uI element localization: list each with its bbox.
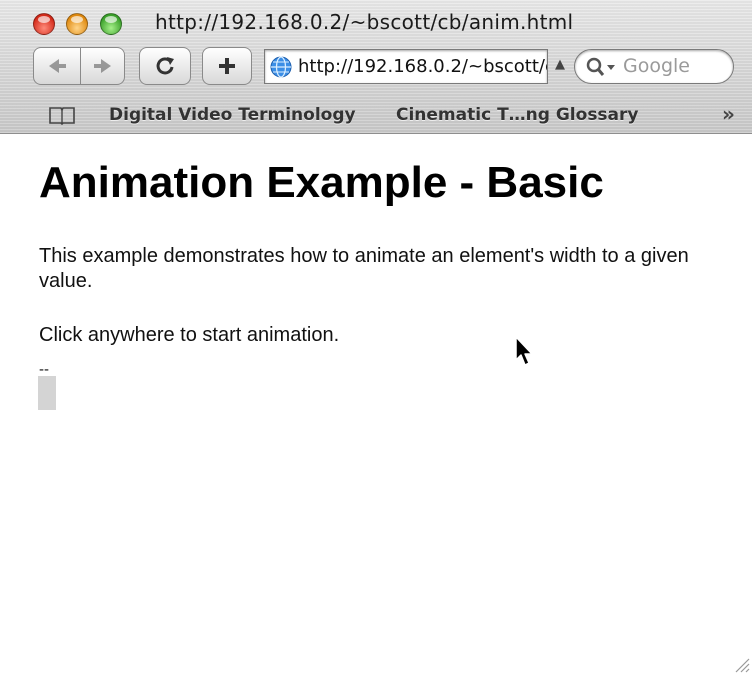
add-bookmark-button[interactable] <box>202 47 252 85</box>
forward-arrow-icon <box>93 59 111 73</box>
bookmark-cinematic-glossary[interactable]: Cinematic T…ng Glossary <box>396 105 639 125</box>
back-button[interactable] <box>33 47 81 85</box>
page-instruction: Click anywhere to start animation. <box>39 324 340 346</box>
bookmarks-bar: Digital Video Terminology Cinematic T…ng… <box>0 99 752 133</box>
address-dropdown-icon[interactable]: ▲ <box>555 57 565 72</box>
forward-button[interactable] <box>80 47 125 85</box>
page-content[interactable]: Animation Example - Basic This example d… <box>0 134 752 677</box>
zoom-window-button[interactable] <box>100 13 122 35</box>
title-bar: http://192.168.0.2/~bscott/cb/anim.html <box>0 0 752 46</box>
close-window-button[interactable] <box>33 13 55 35</box>
plus-icon <box>219 58 235 74</box>
bookmark-digital-video-terminology[interactable]: Digital Video Terminology <box>109 105 356 125</box>
search-placeholder: Google <box>623 55 691 77</box>
page-title: Animation Example - Basic <box>39 158 604 207</box>
search-icon <box>586 57 615 76</box>
search-field[interactable]: Google <box>574 49 734 84</box>
browser-window: http://192.168.0.2/~bscott/cb/anim.html … <box>0 0 752 677</box>
animated-element <box>38 376 56 410</box>
page-description: This example demonstrates how to animate… <box>39 245 689 292</box>
reload-button[interactable] <box>139 47 191 85</box>
reload-icon <box>156 57 174 75</box>
browser-chrome: http://192.168.0.2/~bscott/cb/anim.html … <box>0 0 752 134</box>
address-bar[interactable]: http://192.168.0.2/~bscott/cb/anim.html <box>264 49 548 84</box>
bookmarks-book-icon[interactable] <box>48 105 76 125</box>
globe-icon <box>270 56 292 78</box>
back-arrow-icon <box>49 59 66 73</box>
window-title: http://192.168.0.2/~bscott/cb/anim.html <box>155 10 574 34</box>
mouse-pointer-icon <box>515 336 533 366</box>
minimize-window-button[interactable] <box>66 13 88 35</box>
bookmarks-overflow-icon[interactable]: » <box>722 102 735 126</box>
resize-grip-icon[interactable] <box>732 655 750 673</box>
address-text: http://192.168.0.2/~bscott/cb/anim.html <box>298 56 547 77</box>
